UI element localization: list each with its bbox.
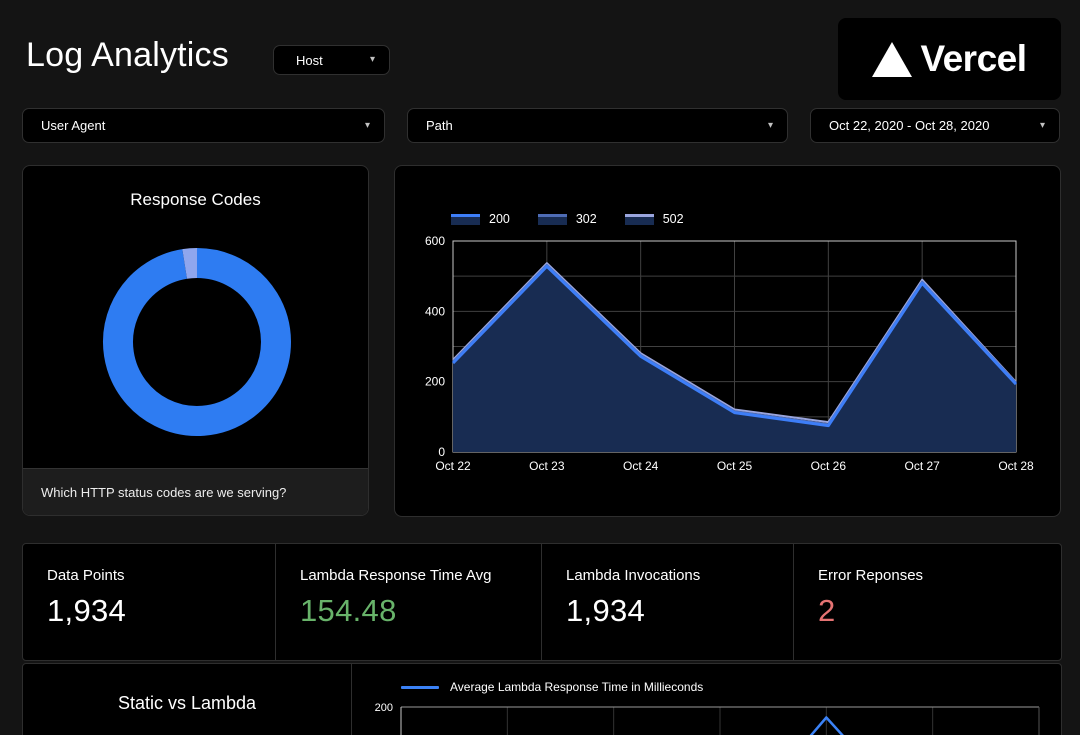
stat-error-responses: Error Reponses 2 <box>794 544 1063 660</box>
stat-value: 1,934 <box>566 593 645 629</box>
stat-lambda-invocations: Lambda Invocations 1,934 <box>542 544 794 660</box>
host-dropdown-label: Host <box>296 53 323 68</box>
legend-swatch-icon <box>625 214 654 225</box>
host-dropdown[interactable]: Host ▾ <box>273 45 390 75</box>
stat-value: 2 <box>818 593 836 629</box>
svg-text:400: 400 <box>425 304 445 318</box>
status-codes-chart-card: 200 302 502 0 200 400 600 Oct 22 Oct 23 Oct 24 Oc… <box>394 165 1061 517</box>
svg-text:Oct 26: Oct 26 <box>811 459 847 473</box>
static-vs-lambda-row: Static vs Lambda Average Lambda Response… <box>22 663 1062 735</box>
svg-text:Oct 22: Oct 22 <box>435 459 471 473</box>
legend-item-200[interactable]: 200 <box>451 212 510 226</box>
legend-label: 302 <box>576 212 597 226</box>
path-dropdown[interactable]: Path ▾ <box>407 108 788 143</box>
date-range-label: Oct 22, 2020 - Oct 28, 2020 <box>829 118 989 133</box>
chevron-down-icon: ▾ <box>768 121 773 131</box>
legend-label: 200 <box>489 212 510 226</box>
chevron-down-icon: ▾ <box>1040 121 1045 131</box>
page-title: Log Analytics <box>26 36 229 75</box>
user-agent-dropdown-label: User Agent <box>41 118 105 133</box>
svg-text:Oct 25: Oct 25 <box>717 459 753 473</box>
stat-label: Data Points <box>47 567 125 584</box>
stat-label: Lambda Response Time Avg <box>300 567 492 584</box>
svg-text:Oct 28: Oct 28 <box>998 459 1034 473</box>
svg-text:Oct 23: Oct 23 <box>529 459 565 473</box>
legend-swatch-icon <box>538 214 567 225</box>
stat-value: 154.48 <box>300 593 397 629</box>
status-codes-area-chart[interactable]: 0 200 400 600 Oct 22 Oct 23 Oct 24 Oct 25 Oct 26… <box>403 226 1053 483</box>
lambda-response-time-line-chart[interactable]: 200 <box>371 697 1056 735</box>
legend-label: 502 <box>663 212 684 226</box>
legend-line-icon <box>401 686 439 689</box>
stat-data-points: Data Points 1,934 <box>23 544 276 660</box>
response-codes-footer: Which HTTP status codes are we serving? <box>23 468 368 515</box>
svg-text:Oct 24: Oct 24 <box>623 459 659 473</box>
stat-label: Error Reponses <box>818 567 923 584</box>
svg-text:200: 200 <box>375 702 393 714</box>
svg-text:0: 0 <box>438 445 445 459</box>
path-dropdown-label: Path <box>426 118 453 133</box>
response-codes-card: Response Codes Which HTTP status codes a… <box>22 165 369 516</box>
legend-swatch-icon <box>451 214 480 225</box>
status-codes-legend: 200 302 502 <box>451 212 684 226</box>
static-vs-lambda-panel: Static vs Lambda <box>23 664 352 735</box>
vercel-logo: Vercel <box>838 18 1061 100</box>
legend-item-302[interactable]: 302 <box>538 212 597 226</box>
legend-label: Average Lambda Response Time in Millieco… <box>450 680 703 694</box>
stat-lambda-response-time-avg: Lambda Response Time Avg 154.48 <box>276 544 542 660</box>
chevron-down-icon: ▾ <box>365 121 370 131</box>
vercel-wordmark: Vercel <box>920 38 1026 80</box>
user-agent-dropdown[interactable]: User Agent ▾ <box>22 108 385 143</box>
response-codes-title: Response Codes <box>23 190 368 210</box>
legend-item-502[interactable]: 502 <box>625 212 684 226</box>
stats-row: Data Points 1,934 Lambda Response Time A… <box>22 543 1062 661</box>
chevron-down-icon: ▾ <box>370 55 375 65</box>
stat-value: 1,934 <box>47 593 126 629</box>
vercel-triangle-icon <box>872 42 912 77</box>
response-codes-donut-chart[interactable] <box>97 242 297 442</box>
stat-label: Lambda Invocations <box>566 567 700 584</box>
lambda-response-time-legend[interactable]: Average Lambda Response Time in Millieco… <box>401 680 703 694</box>
date-range-dropdown[interactable]: Oct 22, 2020 - Oct 28, 2020 ▾ <box>810 108 1060 143</box>
svg-text:200: 200 <box>425 375 445 389</box>
svg-text:600: 600 <box>425 234 445 248</box>
lambda-response-time-chart-panel: Average Lambda Response Time in Millieco… <box>352 664 1061 735</box>
svg-text:Oct 27: Oct 27 <box>904 459 940 473</box>
static-vs-lambda-title: Static vs Lambda <box>23 693 351 714</box>
log-analytics-dashboard: Log Analytics Host ▾ Vercel User Agent ▾… <box>0 0 1080 735</box>
